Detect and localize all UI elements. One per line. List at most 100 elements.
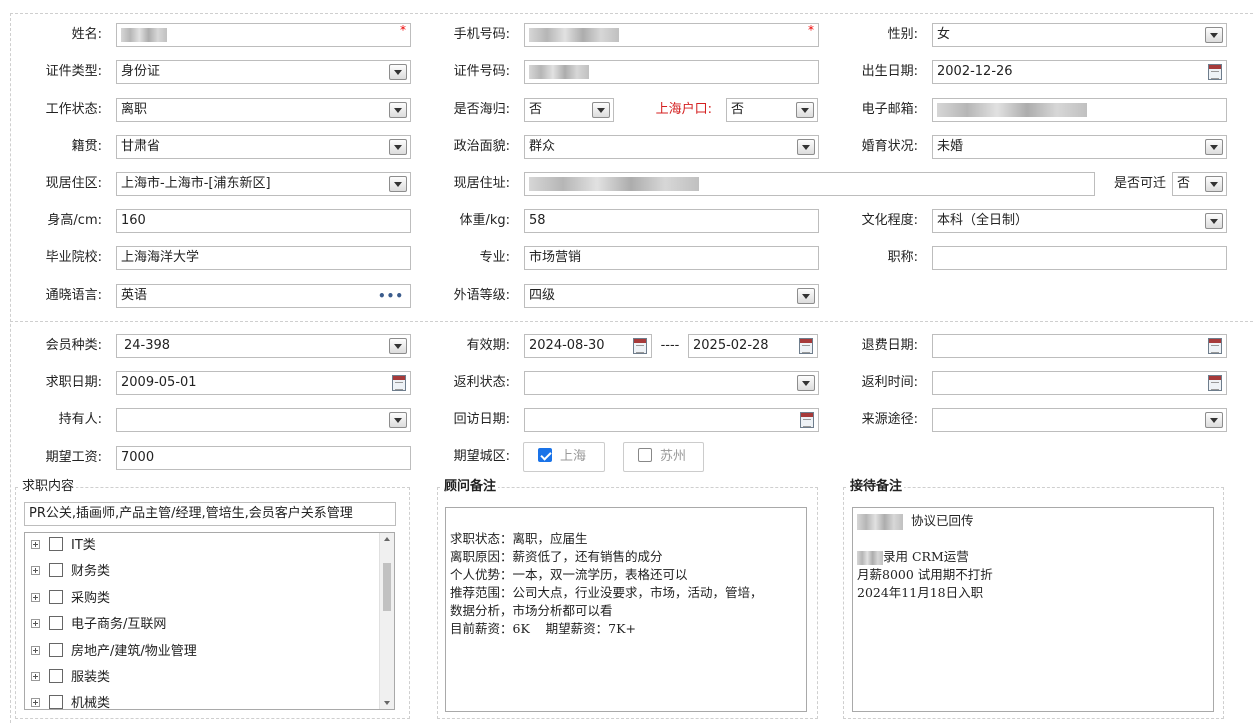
tree-item[interactable]: 服装类 [31, 668, 110, 688]
left-border [10, 13, 11, 723]
chevron-down-icon[interactable] [1205, 27, 1223, 43]
member-type-label: 会员种类: [45, 338, 102, 353]
chevron-down-icon[interactable] [389, 412, 407, 428]
more-icon[interactable]: ••• [378, 285, 404, 307]
expand-icon[interactable] [31, 672, 40, 681]
checkbox-icon[interactable] [49, 563, 63, 577]
validity-to-input[interactable]: 2025-02-28 [688, 334, 818, 358]
chevron-down-icon[interactable] [389, 64, 407, 80]
weight-input[interactable]: 58 [524, 209, 819, 233]
city-shanghai-checkbox[interactable]: 上海 [523, 442, 605, 472]
validity-from-input[interactable]: 2024-08-30 [524, 334, 652, 358]
chevron-down-icon[interactable] [389, 102, 407, 118]
refund-date-input[interactable] [932, 334, 1227, 358]
chevron-down-icon[interactable] [1205, 176, 1223, 192]
chevron-down-icon[interactable] [389, 176, 407, 192]
district-select[interactable]: 上海市-上海市-[浦东新区] [116, 172, 411, 196]
consultant-notes-textarea[interactable]: 求职状态：离职，应届生 离职原因：薪资低了，还有销售的成分 个人优势：一本，双一… [445, 507, 807, 712]
education-select[interactable]: 本科（全日制） [932, 209, 1227, 233]
salary-input[interactable]: 7000 [116, 446, 411, 470]
scroll-down-icon[interactable] [384, 701, 390, 705]
height-input[interactable]: 160 [116, 209, 411, 233]
work-status-select[interactable]: 离职 [116, 98, 411, 122]
checkbox-icon[interactable] [49, 616, 63, 630]
checkbox-icon[interactable] [49, 537, 63, 551]
tree-item[interactable]: 房地产/建筑/物业管理 [31, 642, 197, 662]
chevron-down-icon[interactable] [389, 139, 407, 155]
language-level-select[interactable]: 四级 [524, 284, 819, 308]
checkbox-unchecked-icon [638, 448, 652, 462]
job-category-tree[interactable]: IT类 财务类 采购类 电子商务/互联网 房地产/建筑/物业管理 服装类 机械类 [24, 532, 395, 710]
chevron-down-icon[interactable] [592, 102, 610, 118]
rebate-status-select[interactable] [524, 371, 819, 395]
language-label: 通晓语言: [45, 288, 102, 303]
expand-icon[interactable] [31, 540, 40, 549]
city-suzhou-checkbox[interactable]: 苏州 [623, 442, 704, 472]
political-select[interactable]: 群众 [524, 135, 819, 159]
chevron-down-icon[interactable] [797, 375, 815, 391]
tree-item[interactable]: 机械类 [31, 694, 110, 709]
returnee-select[interactable]: 否 [524, 98, 614, 122]
gender-select[interactable]: 女 [932, 23, 1227, 47]
expand-icon[interactable] [31, 698, 40, 707]
id-number-input[interactable] [524, 60, 819, 84]
chevron-down-icon[interactable] [389, 338, 407, 354]
calendar-icon[interactable] [633, 338, 647, 354]
required-mark: * [400, 23, 406, 37]
chevron-down-icon[interactable] [1205, 139, 1223, 155]
school-input[interactable]: 上海海洋大学 [116, 246, 411, 270]
checkbox-icon[interactable] [49, 643, 63, 657]
calendar-icon[interactable] [800, 412, 814, 428]
marital-select[interactable]: 未婚 [932, 135, 1227, 159]
checkbox-icon[interactable] [49, 669, 63, 683]
phone-input[interactable]: * [524, 23, 819, 47]
birthdate-input[interactable]: 2002-12-26 [932, 60, 1227, 84]
weight-label: 体重/kg: [459, 213, 510, 228]
expand-icon[interactable] [31, 593, 40, 602]
job-date-input[interactable]: 2009-05-01 [116, 371, 411, 395]
chevron-down-icon[interactable] [797, 139, 815, 155]
source-select[interactable] [932, 408, 1227, 432]
tree-item[interactable]: 财务类 [31, 562, 110, 582]
holder-select[interactable] [116, 408, 411, 432]
address-input[interactable] [524, 172, 1095, 196]
tree-item-label: 财务类 [71, 564, 111, 579]
chevron-down-icon[interactable] [797, 288, 815, 304]
calendar-icon[interactable] [1208, 375, 1222, 391]
calendar-icon[interactable] [1208, 338, 1222, 354]
tree-item[interactable]: 采购类 [31, 589, 110, 609]
member-type-select[interactable]: 24-398 [116, 334, 411, 358]
rebate-time-input[interactable] [932, 371, 1227, 395]
expand-icon[interactable] [31, 619, 40, 628]
expand-icon[interactable] [31, 646, 40, 655]
native-place-select[interactable]: 甘肃省 [116, 135, 411, 159]
calendar-icon[interactable] [799, 338, 813, 354]
shanghai-hukou-select[interactable]: 否 [726, 98, 818, 122]
tree-item[interactable]: 电子商务/互联网 [31, 615, 166, 635]
major-input[interactable]: 市场营销 [524, 246, 819, 270]
visit-date-input[interactable] [524, 408, 819, 432]
id-type-select[interactable]: 身份证 [116, 60, 411, 84]
checkbox-icon[interactable] [49, 590, 63, 604]
name-input[interactable]: * [116, 23, 411, 47]
chevron-down-icon[interactable] [1205, 412, 1223, 428]
tree-scrollbar[interactable] [379, 533, 394, 709]
member-type-value: 24-398 [124, 338, 171, 353]
reception-notes-textarea[interactable]: 协议已回传 录用 CRM运营 月薪8000 试用期不打折 2024年11月18日… [852, 507, 1214, 712]
email-input[interactable] [932, 98, 1227, 122]
chevron-down-icon[interactable] [1205, 213, 1223, 229]
scrollbar-thumb[interactable] [383, 563, 391, 611]
chevron-down-icon[interactable] [796, 102, 814, 118]
language-input[interactable]: 英语 ••• [116, 284, 411, 308]
job-content-selected[interactable]: PR公关,插画师,产品主管/经理,管培生,会员客户关系管理 [24, 502, 396, 526]
calendar-icon[interactable] [392, 375, 406, 391]
tree-item[interactable]: IT类 [31, 536, 96, 556]
scroll-up-icon[interactable] [384, 537, 390, 541]
expand-icon[interactable] [31, 566, 40, 575]
checkbox-icon[interactable] [49, 695, 63, 709]
title-input[interactable] [932, 246, 1227, 270]
calendar-icon[interactable] [1208, 64, 1222, 80]
validity-to-value: 2025-02-28 [693, 338, 769, 353]
relocatable-select[interactable]: 否 [1172, 172, 1227, 196]
district-label: 现居住区: [45, 176, 102, 191]
